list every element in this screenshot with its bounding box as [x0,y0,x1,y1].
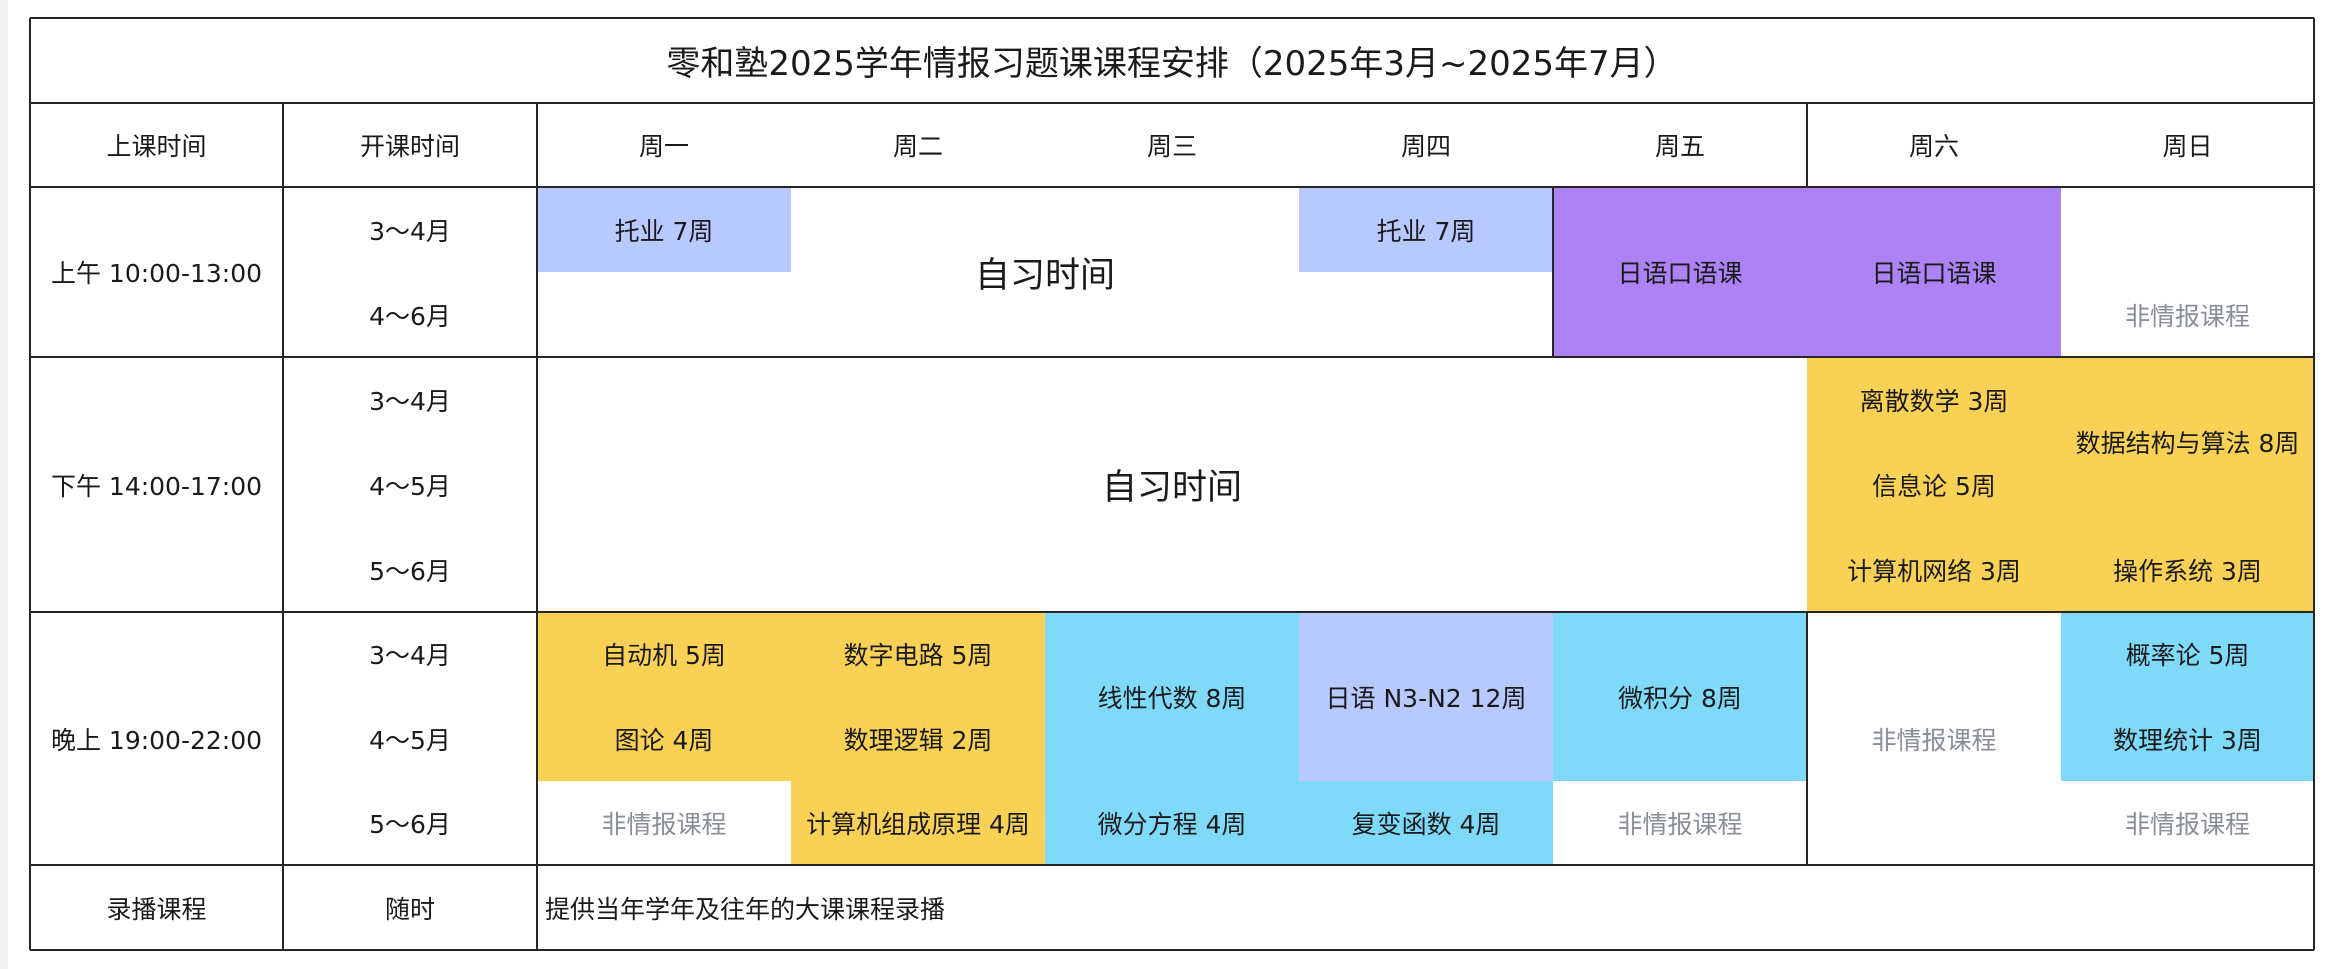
section-divider [30,864,2314,866]
mon-morning-toefl: 托业 7周 [537,187,791,272]
header-open-time: 开课时间 [359,132,460,161]
period-label: 3～4月 [369,216,451,246]
table-border-bottom [30,949,2314,951]
header-class-time: 上课时间 [106,132,207,161]
thu-complex-functions: 复变函数 4周 [1299,781,1553,865]
table-border-left [29,18,31,950]
session-time-morning: 上午 10:00-13:00 [50,259,263,288]
recorded-label: 录播课程 [106,894,207,924]
period-label: 5～6月 [369,556,451,586]
recorded-note: 提供当年学年及往年的大课课程录播 [545,894,946,924]
period-label: 4～6月 [369,301,451,331]
sat-information-theory: 信息论 5周 [1807,442,2061,527]
sun-probability: 概率论 5周 [2061,612,2314,696]
section-divider [30,356,2314,358]
thu-morning-toefl: 托业 7周 [1299,187,1553,272]
mon-evening-non-info: 非情报课程 [537,781,791,865]
column-divider [1552,187,1554,357]
period-label: 4～5月 [369,471,451,501]
header-day: 周一 [638,132,689,161]
period-label: 4～5月 [369,725,451,755]
section-divider [30,611,2314,613]
header-day: 周六 [1908,132,1959,161]
wed-linear-algebra: 线性代数 8周 [1045,612,1299,781]
page-title: 零和塾2025学年情报习题课课程安排（2025年3月~2025年7月） [666,44,1678,84]
fri-morning-japanese-oral: 日语口语课 [1553,187,1807,357]
sat-evening-non-info: 非情报课程 [1807,612,2061,865]
section-divider [30,186,2314,188]
session-time-evening: 晚上 19:00-22:00 [50,725,263,755]
table-border-right [2313,18,2315,950]
fri-evening-non-info: 非情报课程 [1553,781,1807,865]
wed-differential-equations: 微分方程 4周 [1045,781,1299,865]
header-day: 周二 [892,132,943,161]
afternoon-self-study: 自习时间 [537,357,1807,612]
mon-graph-theory: 图论 4周 [537,696,791,781]
session-time-afternoon: 下午 14:00-17:00 [50,471,263,501]
column-divider [282,103,284,950]
sat-computer-network: 计算机网络 3周 [1807,527,2061,612]
mon-automata: 自动机 5周 [537,612,791,696]
sat-discrete-math: 离散数学 3周 [1807,357,2061,442]
sun-operating-system: 操作系统 3周 [2061,527,2314,612]
column-divider [1806,103,1808,187]
column-divider [1806,612,1808,865]
sun-data-structures: 数据结构与算法 8周 [2061,357,2314,527]
header-day: 周五 [1654,132,1705,161]
section-divider [30,102,2314,104]
table-border-top [30,17,2314,19]
tue-mathematical-logic: 数理逻辑 2周 [791,696,1045,781]
period-label: 3～4月 [369,386,451,416]
header-day: 周四 [1400,132,1451,161]
sun-mathematical-statistics: 数理统计 3周 [2061,696,2314,781]
thu-japanese-n3-n2: 日语 N3-N2 12周 [1299,612,1553,781]
period-label: 3～4月 [369,641,451,670]
sun-morning-non-info: 非情报课程 [2061,272,2314,357]
column-divider [536,103,538,950]
recorded-open: 随时 [384,894,435,924]
sat-morning-japanese-oral: 日语口语课 [1807,187,2061,357]
tue-computer-organization: 计算机组成原理 4周 [791,781,1045,865]
fri-calculus: 微积分 8周 [1553,612,1807,781]
window-edge [0,0,8,969]
sun-evening-non-info: 非情报课程 [2061,781,2314,865]
header-day: 周三 [1146,132,1197,161]
period-label: 5～6月 [369,810,451,839]
header-day: 周日 [2162,132,2213,161]
schedule-table: 零和塾2025学年情报习题课课程安排（2025年3月~2025年7月） 上课时间 开… [0,0,2332,969]
tue-digital-circuits: 数字电路 5周 [791,612,1045,696]
morning-self-study: 自习时间 [791,187,1299,357]
